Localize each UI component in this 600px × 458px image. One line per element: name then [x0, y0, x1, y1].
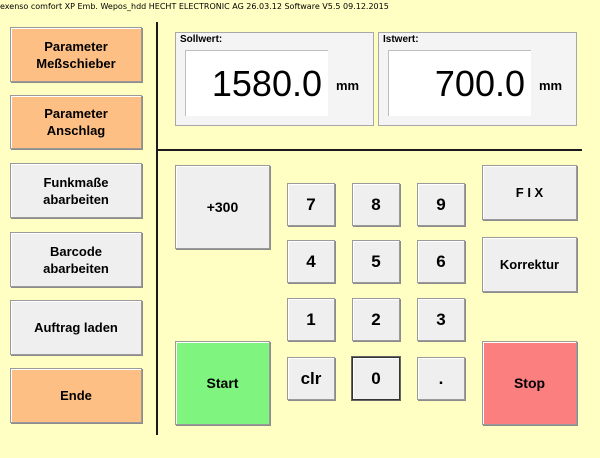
- key-4[interactable]: 4: [287, 240, 335, 283]
- parameter-messschieber-button[interactable]: Parameter Meßschieber: [10, 27, 142, 82]
- sollwert-value: 1580.0: [185, 50, 328, 116]
- key-dot[interactable]: .: [417, 357, 465, 400]
- plus-300-button[interactable]: +300: [175, 165, 270, 249]
- key-5[interactable]: 5: [352, 240, 400, 283]
- sollwert-panel: Sollwert: 1580.0 mm: [175, 32, 374, 126]
- ende-button[interactable]: Ende: [10, 368, 142, 423]
- istwert-panel: Istwert: 700.0 mm: [378, 32, 577, 126]
- key-3[interactable]: 3: [417, 298, 465, 341]
- window-title: exenso comfort XP Emb. Wepos_hdd HECHT E…: [0, 2, 389, 11]
- funkmasse-abarbeiten-button[interactable]: Funkmaße abarbeiten: [10, 163, 142, 218]
- key-2[interactable]: 2: [352, 298, 400, 341]
- istwert-unit: mm: [539, 78, 563, 93]
- horizontal-divider: [156, 149, 582, 151]
- sollwert-label: Sollwert:: [180, 34, 223, 45]
- fix-button[interactable]: F I X: [482, 165, 577, 220]
- istwert-label: Istwert:: [383, 34, 419, 45]
- istwert-value: 700.0: [388, 50, 531, 116]
- key-0[interactable]: 0: [352, 357, 400, 400]
- key-6[interactable]: 6: [417, 240, 465, 283]
- key-9[interactable]: 9: [417, 183, 465, 226]
- parameter-anschlag-button[interactable]: Parameter Anschlag: [10, 95, 142, 149]
- barcode-abarbeiten-button[interactable]: Barcode abarbeiten: [10, 232, 142, 287]
- korrektur-button[interactable]: Korrektur: [482, 237, 577, 292]
- key-clr[interactable]: clr: [287, 357, 335, 400]
- start-button[interactable]: Start: [175, 341, 270, 425]
- sollwert-unit: mm: [336, 78, 360, 93]
- stop-button[interactable]: Stop: [482, 341, 577, 425]
- auftrag-laden-button[interactable]: Auftrag laden: [10, 300, 142, 355]
- key-1[interactable]: 1: [287, 298, 335, 341]
- vertical-divider: [156, 22, 158, 435]
- key-7[interactable]: 7: [287, 183, 335, 226]
- key-8[interactable]: 8: [352, 183, 400, 226]
